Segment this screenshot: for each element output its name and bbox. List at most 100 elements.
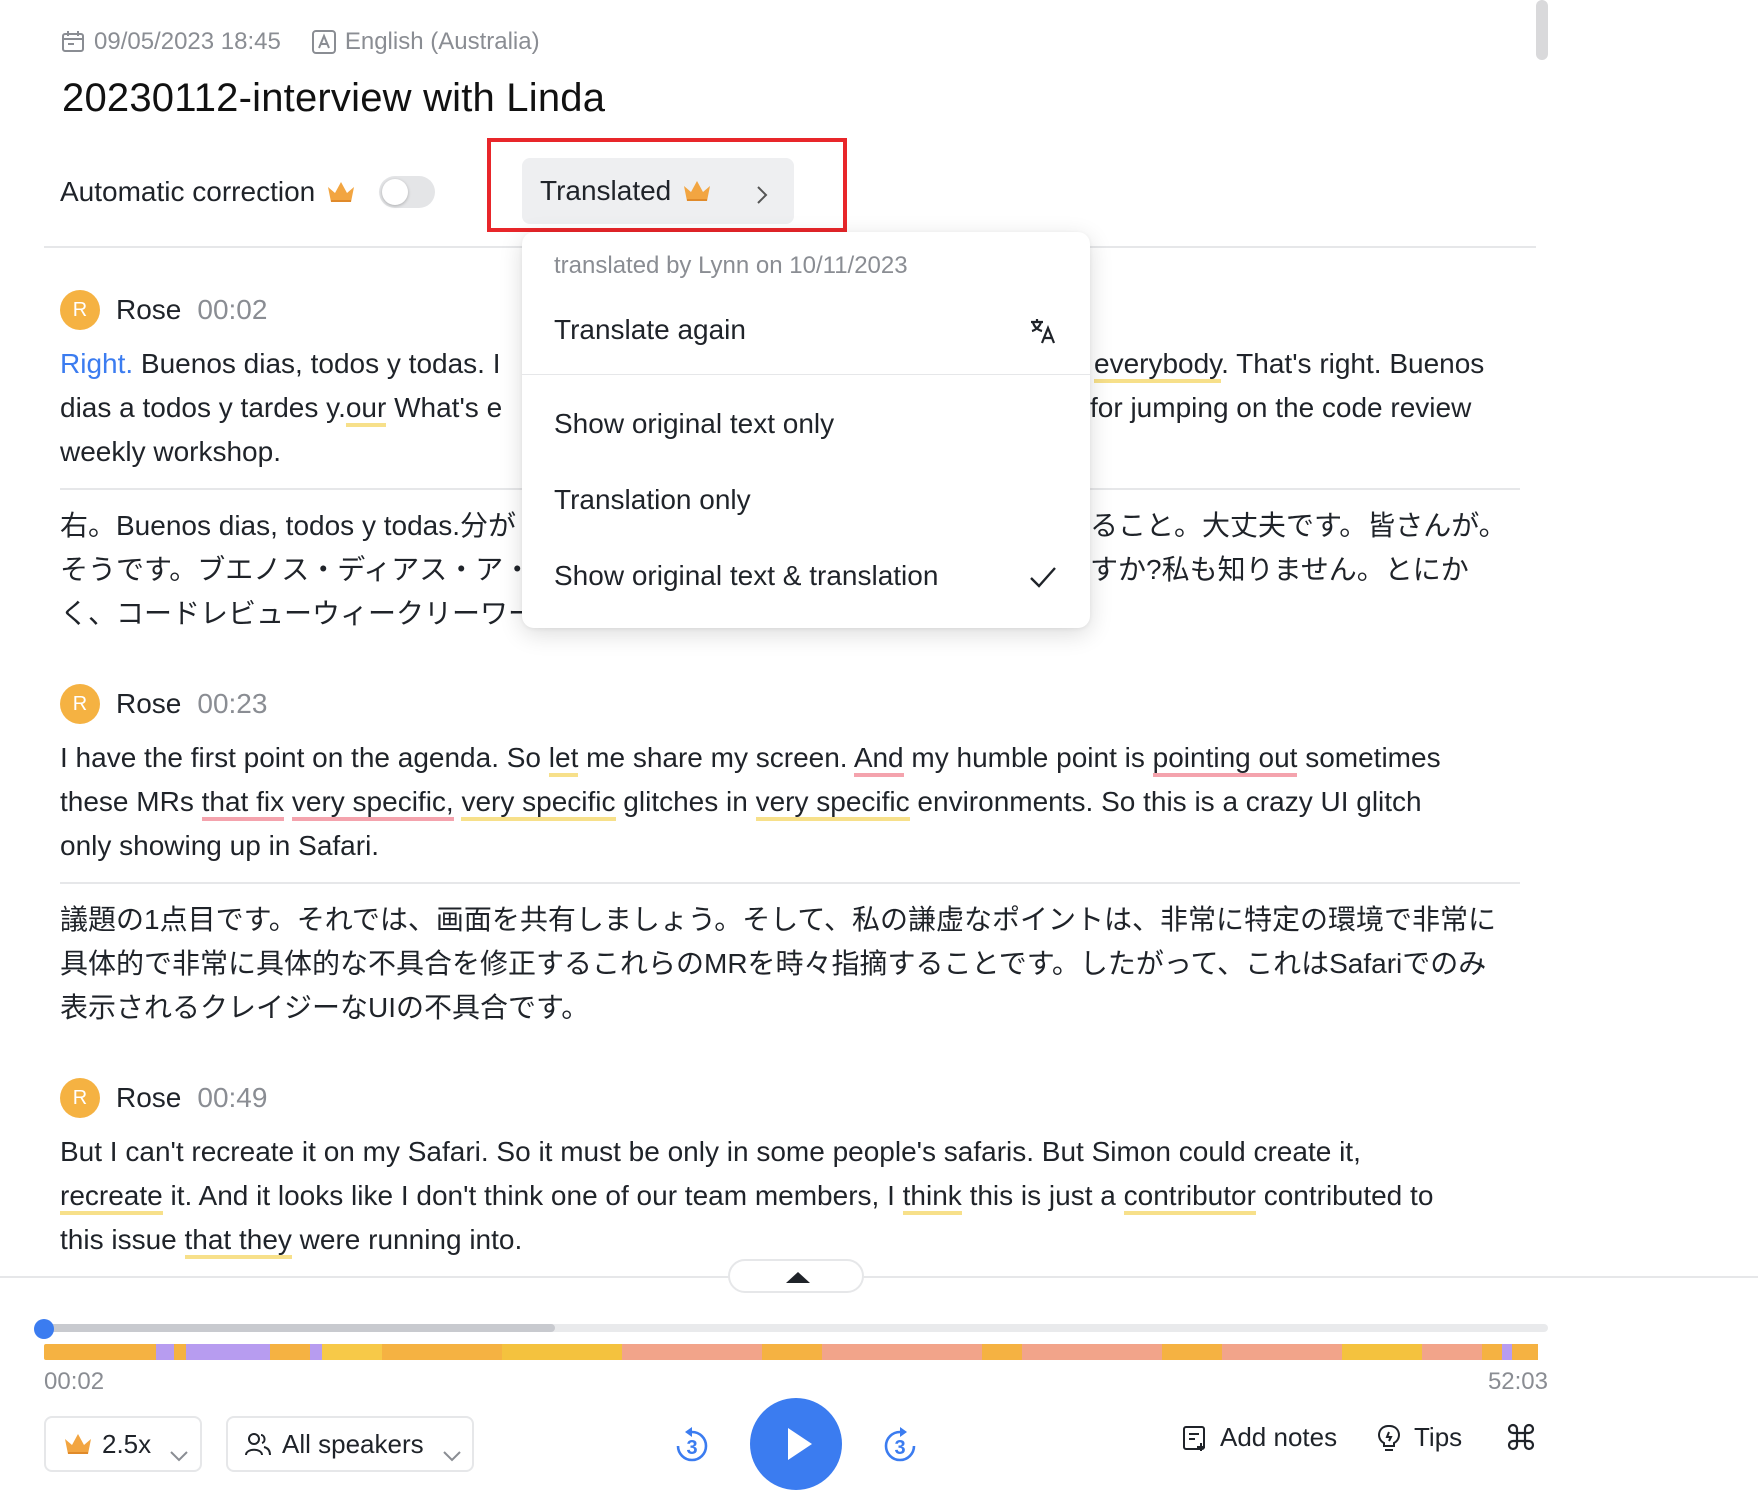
show-original-only-item[interactable]: Show original text only bbox=[554, 392, 1058, 456]
text-run: contributed to bbox=[1255, 1180, 1434, 1211]
text-run: sometimes bbox=[1297, 742, 1441, 773]
tips-button[interactable]: Tips bbox=[1374, 1422, 1462, 1453]
timestamp[interactable]: 00:49 bbox=[197, 1082, 267, 1114]
collapse-player-button[interactable] bbox=[728, 1259, 864, 1293]
translated-button[interactable]: Translated bbox=[522, 158, 794, 224]
dropdown-divider bbox=[522, 374, 1090, 375]
scrollbar[interactable] bbox=[1536, 0, 1548, 60]
speaker-row: R Rose 00:23 bbox=[60, 682, 1520, 726]
text-run: me share my screen. bbox=[578, 742, 854, 773]
add-notes-button[interactable]: Add notes bbox=[1180, 1422, 1337, 1453]
command-key-icon bbox=[1506, 1422, 1536, 1452]
word[interactable]: recreate bbox=[60, 1180, 163, 1215]
text-run: I have the first point on the agenda. So bbox=[60, 742, 549, 773]
word[interactable]: everybody bbox=[1094, 348, 1222, 383]
text-run: 右。Buenos dias, todos y todas.分が bbox=[60, 510, 516, 541]
option-label: Translation only bbox=[554, 484, 751, 515]
auto-correction-label: Automatic correction bbox=[60, 176, 316, 207]
speed-select[interactable]: 2.5x bbox=[44, 1416, 202, 1472]
translation-only-item[interactable]: Translation only bbox=[554, 468, 1058, 532]
skip-forward-button[interactable]: 3 bbox=[878, 1424, 922, 1468]
recording-meta: 09/05/2023 18:45 English (Australia) bbox=[60, 28, 570, 56]
word[interactable]: our bbox=[345, 392, 387, 427]
crown-icon bbox=[325, 178, 357, 206]
heat-segment bbox=[622, 1344, 762, 1360]
skip-back-seconds: 3 bbox=[686, 1437, 697, 1459]
total-time: 52:03 bbox=[1487, 1368, 1548, 1395]
player-divider bbox=[0, 1276, 1758, 1278]
shortcuts-button[interactable] bbox=[1506, 1422, 1536, 1452]
datetime: 09/05/2023 18:45 bbox=[60, 28, 281, 56]
heat-segment bbox=[1482, 1344, 1502, 1360]
original-text: I have the first point on the agenda. So… bbox=[60, 736, 1520, 868]
word[interactable]: that they bbox=[184, 1224, 292, 1259]
word[interactable]: that fix bbox=[201, 786, 285, 821]
crown-icon bbox=[62, 1430, 94, 1458]
page-title: 20230112-interview with Linda bbox=[62, 76, 606, 120]
heat-segment bbox=[762, 1344, 822, 1360]
speakers-select[interactable]: All speakers bbox=[226, 1416, 474, 1472]
skip-back-button[interactable]: 3 bbox=[670, 1424, 714, 1468]
play-icon bbox=[788, 1428, 812, 1460]
language-text: English (Australia) bbox=[344, 28, 540, 55]
text-run: そうです。ブエノス・ディアス・ア・ bbox=[60, 554, 532, 585]
language[interactable]: English (Australia) bbox=[311, 28, 540, 56]
calendar-icon bbox=[60, 29, 86, 55]
speaker-name[interactable]: Rose bbox=[116, 294, 181, 326]
text-run: only showing up in Safari. bbox=[60, 830, 380, 861]
text-run: dias a todos y tardes y. bbox=[60, 392, 346, 423]
chevron-down-icon bbox=[442, 1438, 462, 1462]
speaker-name[interactable]: Rose bbox=[116, 1082, 181, 1114]
text-run bbox=[284, 786, 292, 817]
heat-segment bbox=[1162, 1344, 1222, 1360]
text-run: my humble point is bbox=[903, 742, 1153, 773]
lightbulb-icon bbox=[1374, 1423, 1404, 1453]
timestamp[interactable]: 00:02 bbox=[197, 294, 267, 326]
text-run: weekly workshop. bbox=[60, 436, 281, 467]
word[interactable]: let bbox=[548, 742, 579, 777]
original-text: But I can't recreate it on my Safari. So… bbox=[60, 1130, 1520, 1262]
tips-label: Tips bbox=[1414, 1422, 1463, 1452]
text-run: it. And it looks like I don't think one … bbox=[162, 1180, 903, 1211]
chevron-right-icon bbox=[756, 180, 768, 204]
language-icon bbox=[311, 29, 337, 55]
timestamp[interactable]: 00:23 bbox=[197, 688, 267, 720]
note-icon bbox=[1180, 1423, 1210, 1453]
auto-correction-toggle[interactable] bbox=[379, 176, 436, 208]
crown-icon bbox=[681, 177, 713, 205]
word[interactable]: And bbox=[853, 742, 904, 777]
word[interactable]: very specific bbox=[755, 786, 910, 821]
text-run: 議題の1点目です。それでは、画面を共有しましょう。そして、私の謙虚なポイントは、… bbox=[60, 904, 1497, 935]
word[interactable]: pointing out bbox=[1152, 742, 1298, 777]
speaker-name[interactable]: Rose bbox=[116, 688, 181, 720]
add-notes-label: Add notes bbox=[1220, 1422, 1338, 1452]
text-run: ること。大丈夫です。皆さんが。 bbox=[1090, 510, 1507, 541]
heat-segment bbox=[44, 1344, 156, 1360]
translate-again-item[interactable]: Translate again bbox=[554, 298, 1058, 362]
play-button[interactable] bbox=[750, 1398, 842, 1490]
show-original-and-translation-item[interactable]: Show original text & translation bbox=[554, 544, 1058, 608]
translate-icon bbox=[1028, 316, 1058, 346]
speaker-heatbar[interactable] bbox=[44, 1344, 1548, 1360]
word[interactable]: think bbox=[902, 1180, 962, 1215]
text-run: く、コードレビューウィークリーワー bbox=[60, 598, 537, 629]
people-icon bbox=[244, 1430, 272, 1458]
progress-handle[interactable] bbox=[34, 1319, 54, 1339]
progress-track[interactable] bbox=[44, 1324, 1548, 1332]
translated-text: 議題の1点目です。それでは、画面を共有しましょう。そして、私の謙虚なポイントは、… bbox=[60, 898, 1520, 1030]
progress-buffered bbox=[44, 1324, 556, 1332]
transcript-segment: R Rose 00:23 I have the first point on t… bbox=[60, 682, 1520, 1030]
avatar: R bbox=[60, 684, 100, 724]
word[interactable]: very specific bbox=[461, 786, 616, 821]
segment-divider bbox=[60, 882, 1520, 884]
word[interactable]: contributor bbox=[1123, 1180, 1256, 1215]
word[interactable]: very specific, bbox=[291, 786, 454, 821]
heat-segment bbox=[174, 1344, 186, 1360]
text-run: すか?私も知りません。とにか bbox=[1090, 554, 1469, 585]
text-run: But I can't recreate it on my Safari. So… bbox=[60, 1136, 1361, 1167]
text-run: Buenos dias, todos y todas. I bbox=[133, 348, 501, 379]
text-run: environments. So this is a crazy UI glit… bbox=[909, 786, 1422, 817]
heat-segment bbox=[1342, 1344, 1422, 1360]
heat-segment bbox=[156, 1344, 174, 1360]
word[interactable]: Right. bbox=[60, 348, 133, 379]
